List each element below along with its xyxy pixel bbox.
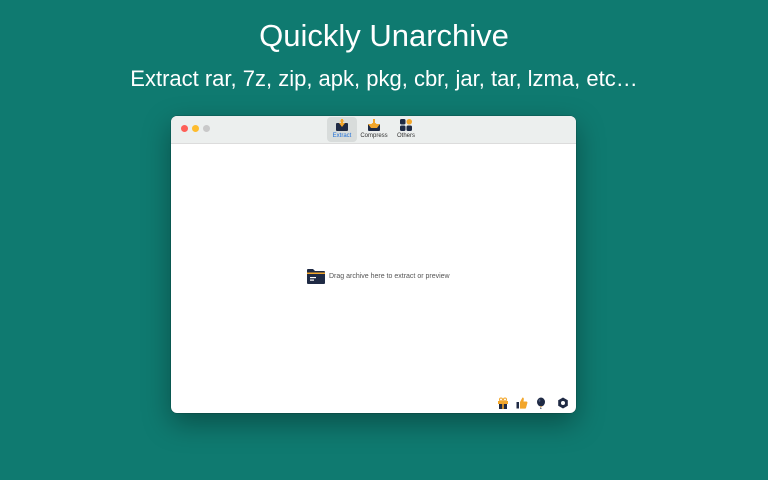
tab-others-label: Others xyxy=(396,133,415,139)
app-window: Extract Compress Others Drag archive her… xyxy=(171,116,576,413)
drop-zone-hint: Drag archive here to extract or preview xyxy=(329,273,450,280)
thumbs-up-icon[interactable] xyxy=(516,397,528,409)
compress-icon xyxy=(368,119,380,131)
zoom-window-button[interactable] xyxy=(203,125,210,132)
archive-folder-icon xyxy=(307,269,325,284)
tab-others[interactable]: Others xyxy=(391,117,421,142)
hero-subtitle: Extract rar, 7z, zip, apk, pkg, cbr, jar… xyxy=(130,66,638,91)
gift-icon[interactable] xyxy=(497,397,509,409)
settings-icon[interactable] xyxy=(557,397,569,409)
others-icon xyxy=(400,119,412,131)
hero-title: Quickly Unarchive xyxy=(259,18,509,53)
extract-icon xyxy=(336,119,348,131)
window-titlebar: Extract Compress Others xyxy=(171,116,576,144)
balloon-icon[interactable] xyxy=(535,397,547,409)
close-window-button[interactable] xyxy=(181,125,188,132)
minimize-window-button[interactable] xyxy=(192,125,199,132)
